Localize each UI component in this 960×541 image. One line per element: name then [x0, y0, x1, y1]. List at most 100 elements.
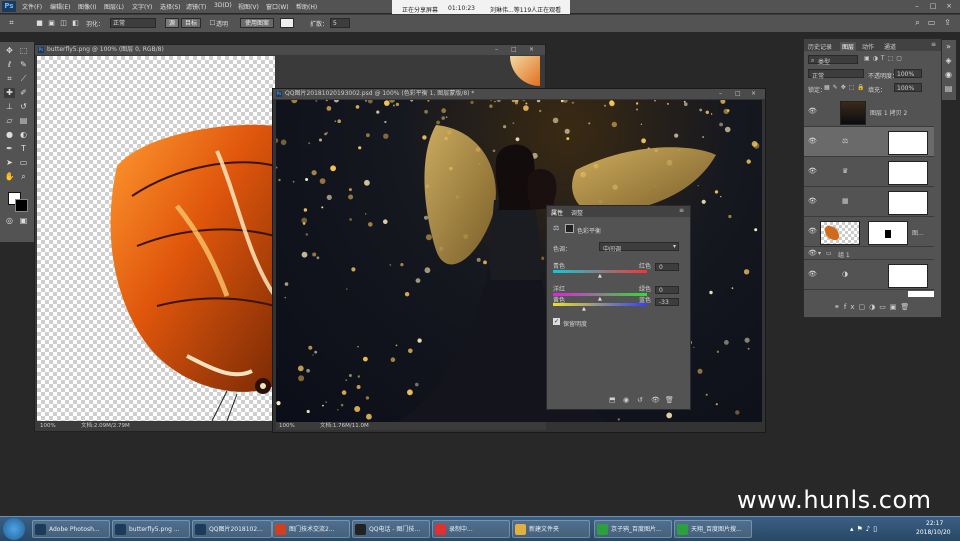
lasso-tool-icon[interactable]: ℓ	[4, 60, 15, 70]
menu-layer[interactable]: 图层(L)	[104, 2, 124, 11]
eyedropper-tool-icon[interactable]: ⟋	[18, 74, 29, 84]
eye-icon[interactable]: 👁	[808, 197, 817, 205]
layer-row[interactable]: 👁 ◑	[804, 260, 934, 290]
doc-restore-icon[interactable]: □	[511, 45, 517, 55]
delete-icon[interactable]: 🗑	[665, 396, 674, 404]
taskbar-item[interactable]: butterfly5.png ...	[112, 520, 190, 538]
zoom-tool-icon[interactable]: ⌕	[18, 172, 29, 182]
group-row[interactable]: 👁 ▾ ▭ 组 1	[804, 247, 934, 260]
mask-icon[interactable]	[565, 224, 574, 233]
layers-footer-icons[interactable]: ⚭fx▢◑▭▣🗑	[834, 303, 941, 313]
canvas-transparent[interactable]	[37, 56, 275, 421]
healing-tool-icon[interactable]: ✚	[4, 88, 15, 98]
slider-yellow-blue-handle[interactable]: ▲	[582, 306, 586, 312]
eye-icon[interactable]: 👁	[808, 107, 817, 115]
layer-row[interactable]: 👁 ▦	[804, 187, 934, 217]
menu-window[interactable]: 窗口(W)	[266, 2, 289, 11]
lock-icons[interactable]: ▦✎✥⬚🔒	[824, 84, 868, 91]
slider-cyan-red-input[interactable]: 0	[655, 263, 679, 271]
slider-yellow-blue-input[interactable]: -33	[655, 298, 679, 306]
slider-yellow-blue-track[interactable]	[553, 303, 647, 306]
patch-mode-select[interactable]: 正常	[110, 18, 156, 28]
zoom-level[interactable]: 100%	[279, 422, 295, 430]
properties-dock-icon[interactable]: ▤	[943, 84, 954, 94]
taskbar-item[interactable]: 图门技术交流2...	[272, 520, 350, 538]
taskbar-item[interactable]: Adobe Photosh...	[32, 520, 110, 538]
doc-close-icon[interactable]: ×	[529, 45, 534, 55]
move-tool-icon[interactable]: ✥	[4, 46, 15, 56]
eye-icon[interactable]: 👁	[808, 227, 817, 235]
chevron-down-icon[interactable]: ▾	[818, 250, 821, 257]
doc-minimize-icon[interactable]: –	[719, 89, 722, 99]
layer-filter-select[interactable]: ⌕ 类型	[808, 55, 858, 66]
share-icon[interactable]: ⇪	[942, 18, 953, 28]
layers-dock-icon[interactable]: ◈	[943, 56, 954, 66]
patch-tool-icon[interactable]: ⌗	[6, 18, 17, 28]
use-pattern-button[interactable]: 使用图案	[240, 18, 274, 28]
opacity-input[interactable]: 100%	[894, 69, 922, 78]
slider-cyan-red-handle[interactable]: ▲	[598, 273, 602, 279]
eye-icon[interactable]: 👁	[808, 249, 817, 257]
panel-menu-icon[interactable]: ≡	[931, 41, 936, 48]
workspace-icon[interactable]: ▭	[926, 18, 937, 28]
menu-filter[interactable]: 滤镜(T)	[186, 2, 206, 11]
brush-tool-icon[interactable]: ✐	[18, 88, 29, 98]
dodge-tool-icon[interactable]: ◐	[18, 130, 29, 140]
menu-file[interactable]: 文件(F)	[22, 2, 42, 11]
slider-magenta-green-handle[interactable]: ▲	[598, 296, 602, 302]
close-icon[interactable]: ×	[944, 2, 954, 11]
new-selection-icon[interactable]: ■	[34, 18, 45, 28]
layer-row[interactable]: 👁 ♛	[804, 157, 934, 187]
blur-tool-icon[interactable]: ●	[4, 130, 15, 140]
taskbar-item[interactable]: 天翔_百度图片搜...	[674, 520, 752, 538]
tray-icons[interactable]: ▴⚑♪▯	[850, 525, 880, 533]
collapse-icon[interactable]: »	[943, 42, 954, 52]
tab-channels[interactable]: 通道	[884, 42, 896, 51]
eye-icon[interactable]: 👁	[808, 167, 817, 175]
document-tab-butterfly[interactable]: Ps butterfly5.png @ 100% (图层 0, RGB/8) –…	[35, 45, 545, 55]
tab-history[interactable]: 历史记录	[808, 42, 832, 51]
taskbar-item[interactable]: 录制中...	[432, 520, 510, 538]
search-icon[interactable]: ⌕	[912, 18, 923, 28]
menu-view[interactable]: 视图(V)	[238, 2, 259, 11]
crop-tool-icon[interactable]: ⌗	[4, 74, 15, 84]
add-selection-icon[interactable]: ▣	[46, 18, 57, 28]
minimize-icon[interactable]: –	[912, 2, 922, 11]
clone-stamp-tool-icon[interactable]: ⊥	[4, 102, 15, 112]
fill-input[interactable]: 100%	[894, 83, 922, 92]
quick-select-tool-icon[interactable]: ✎	[18, 60, 29, 70]
layer-row[interactable]: 👁 图...	[804, 217, 934, 247]
document-tab-photo[interactable]: Ps QQ图片20181020193002.psd @ 100% (色彩平衡 1…	[273, 89, 765, 99]
slider-magenta-green-input[interactable]: 0	[655, 286, 679, 294]
tab-layers[interactable]: 图层	[840, 42, 857, 51]
menu-help[interactable]: 帮助(H)	[296, 2, 317, 11]
menu-image[interactable]: 图像(I)	[78, 2, 96, 11]
source-button[interactable]: 源	[165, 18, 179, 28]
eye-icon[interactable]: 👁	[808, 270, 817, 278]
diffusion-input[interactable]: 5	[330, 18, 350, 28]
eye-icon[interactable]: 👁	[808, 137, 817, 145]
screen-mode-icon[interactable]: ▣	[18, 216, 29, 226]
menu-select[interactable]: 选择(S)	[160, 2, 181, 11]
tab-actions[interactable]: 动作	[862, 42, 874, 51]
clip-layer-icon[interactable]: ⬒	[609, 396, 616, 404]
subtract-selection-icon[interactable]: ◫	[58, 18, 69, 28]
taskbar-item[interactable]: QQ电话 - 图门技...	[352, 520, 430, 538]
marquee-tool-icon[interactable]: ⬚	[18, 46, 29, 56]
shape-tool-icon[interactable]: ▭	[18, 158, 29, 168]
intersect-selection-icon[interactable]: ◧	[70, 18, 81, 28]
doc-restore-icon[interactable]: □	[735, 89, 741, 99]
hand-tool-icon[interactable]: ✋	[4, 172, 15, 182]
preserve-luminosity-checkbox[interactable]: ✓	[553, 318, 560, 325]
menu-edit[interactable]: 编辑(E)	[50, 2, 70, 11]
view-previous-icon[interactable]: ◉	[623, 396, 629, 404]
background-color-swatch[interactable]	[15, 199, 28, 212]
adjustments-dock-icon[interactable]: ◉	[943, 70, 954, 80]
blend-mode-select[interactable]: 正常	[808, 69, 864, 80]
restore-icon[interactable]: □	[928, 2, 938, 11]
layer-filter-icons[interactable]: ▣◑T⬚▢	[864, 55, 905, 62]
zoom-level[interactable]: 100%	[40, 422, 56, 430]
eraser-tool-icon[interactable]: ▱	[4, 116, 15, 126]
taskbar-item[interactable]: 京子鸦_百度图片...	[594, 520, 672, 538]
tab-properties[interactable]: 属性	[551, 208, 563, 217]
